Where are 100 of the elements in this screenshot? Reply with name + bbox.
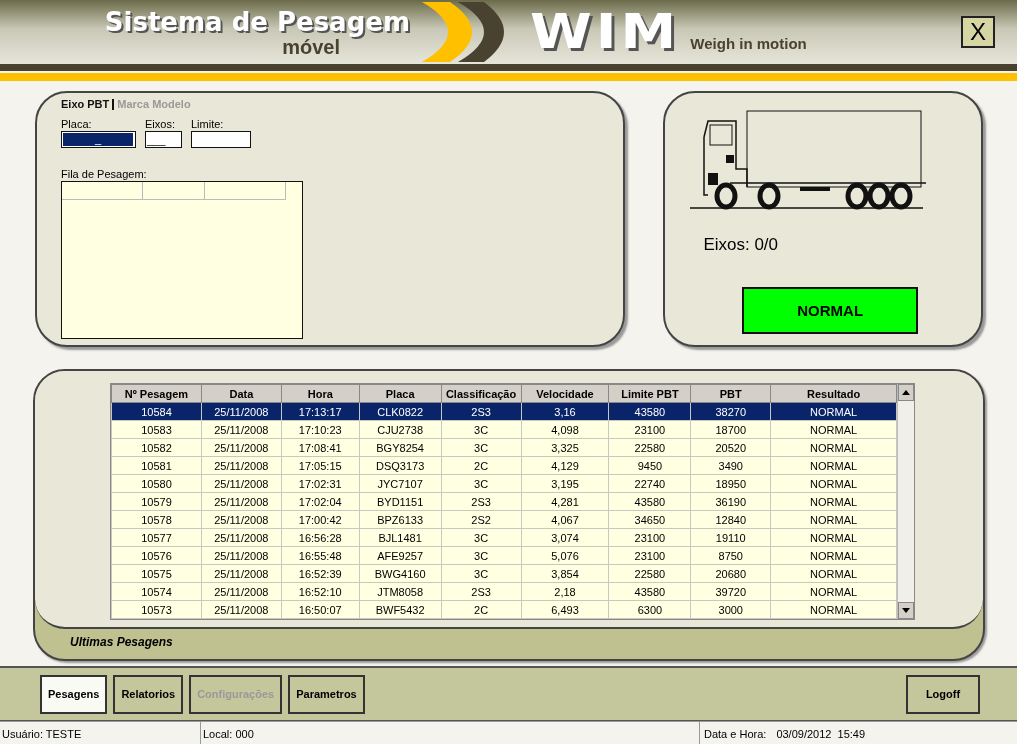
table-row[interactable]: 10584 25/11/2008 17:13:17 CLK0822 2S3 3,16 43580 38270 NORMAL <box>111 402 897 421</box>
table-cell: 3C <box>441 474 522 493</box>
field-label: Placa: <box>61 118 93 131</box>
table-cell: 10575 <box>111 564 202 583</box>
column-header[interactable]: Placa <box>359 384 442 403</box>
tab[interactable]: Eixo PBT <box>61 98 115 110</box>
input-field[interactable] <box>191 131 251 148</box>
table-cell: 2C <box>441 600 522 619</box>
table-cell: JYC7107 <box>359 474 442 493</box>
table-cell: AFE9257 <box>359 546 442 565</box>
table-cell: 10581 <box>111 456 202 475</box>
table-cell: 3C <box>441 420 522 439</box>
logoff-button[interactable]: Logoff <box>906 674 980 714</box>
input-field[interactable]: ___ <box>145 131 182 148</box>
table-cell: 17:08:41 <box>281 438 360 457</box>
table-cell: 43580 <box>608 492 691 511</box>
table-cell: NORMAL <box>770 474 897 493</box>
table-cell: BJL1481 <box>359 528 442 547</box>
column-header[interactable]: Hora <box>281 384 360 403</box>
app-subtitle: móvel <box>282 37 340 57</box>
table-row[interactable]: 10574 25/11/2008 16:52:10 JTM8058 2S3 2,18 43580 39720 NORMAL <box>111 582 897 601</box>
table-cell: NORMAL <box>770 438 897 457</box>
table-cell: 39720 <box>690 582 771 601</box>
table-cell: 10573 <box>111 600 202 619</box>
table-cell: 25/11/2008 <box>201 510 282 529</box>
column-header[interactable]: Resultado <box>770 384 897 403</box>
table-cell: JTM8058 <box>359 582 442 601</box>
table-cell: 25/11/2008 <box>201 474 282 493</box>
table-row[interactable]: 10576 25/11/2008 16:55:48 AFE9257 3C 5,076 23100 8750 NORMAL <box>111 546 897 565</box>
table-cell: 10578 <box>111 510 202 529</box>
user-status: Usuário: TESTE <box>0 722 201 744</box>
nav-button[interactable]: Relatorios <box>113 674 184 714</box>
table-cell: 6300 <box>608 600 691 619</box>
column-header[interactable]: Velocidade <box>521 384 609 403</box>
app-title: Sistema de Pesagem <box>104 7 410 37</box>
table-cell: 5,076 <box>521 546 609 565</box>
table-cell: 2S2 <box>441 510 522 529</box>
table-cell: 3490 <box>690 456 771 475</box>
scrollbar[interactable] <box>897 384 914 619</box>
table-cell: 2C <box>441 456 522 475</box>
table-cell: 16:56:28 <box>281 528 360 547</box>
table-cell: 10577 <box>111 528 202 547</box>
table-cell: 12840 <box>690 510 771 529</box>
table-cell: NORMAL <box>770 546 897 565</box>
table-cell: 4,129 <box>521 456 609 475</box>
table-cell: NORMAL <box>770 582 897 601</box>
column-header[interactable]: Data <box>201 384 282 403</box>
table-cell: BGY8254 <box>359 438 442 457</box>
table-cell: 8750 <box>690 546 771 565</box>
table-cell: BYD1151 <box>359 492 442 511</box>
table-cell: 17:05:15 <box>281 456 360 475</box>
table-cell: NORMAL <box>770 492 897 511</box>
table-row[interactable]: 10583 25/11/2008 17:10:23 CJU2738 3C 4,098 23100 18700 NORMAL <box>111 420 897 439</box>
column-header[interactable]: Classificação <box>441 384 522 403</box>
datetime-label: Data e Hora: <box>703 727 768 742</box>
table-row[interactable]: 10581 25/11/2008 17:05:15 DSQ3173 2C 4,129 9450 3490 NORMAL <box>111 456 897 475</box>
table-cell: 22580 <box>608 564 691 583</box>
table-row[interactable]: 10573 25/11/2008 16:50:07 BWF5432 2C 6,493 6300 3000 NORMAL <box>111 600 897 619</box>
table-cell: 25/11/2008 <box>201 492 282 511</box>
column-header[interactable]: Limite PBT <box>608 384 691 403</box>
nav-button[interactable]: Pesagens <box>40 674 108 714</box>
table-row[interactable]: 10577 25/11/2008 16:56:28 BJL1481 3C 3,074 23100 19110 NORMAL <box>111 528 897 547</box>
table-cell: 10574 <box>111 582 202 601</box>
nav-button[interactable]: Parametros <box>288 674 365 714</box>
panel-caption: Ultimas Pesagens <box>70 635 174 649</box>
table-cell: 25/11/2008 <box>201 438 282 457</box>
queue-list[interactable] <box>61 181 303 339</box>
table-row[interactable]: 10580 25/11/2008 17:02:31 JYC7107 3C 3,195 22740 18950 NORMAL <box>111 474 897 493</box>
table-cell: 3,325 <box>521 438 609 457</box>
table-cell: 43580 <box>608 582 691 601</box>
location-status: Local: 000 <box>201 722 700 744</box>
scroll-up-icon[interactable] <box>902 390 910 395</box>
table-cell: 3C <box>441 546 522 565</box>
column-header[interactable]: PBT <box>690 384 771 403</box>
table-cell: NORMAL <box>770 510 897 529</box>
table-row[interactable]: 10578 25/11/2008 17:00:42 BPZ6133 2S2 4,067 34650 12840 NORMAL <box>111 510 897 529</box>
table-cell: 9450 <box>608 456 691 475</box>
table-cell: 10579 <box>111 492 202 511</box>
table-cell: 25/11/2008 <box>201 546 282 565</box>
table-cell: 20680 <box>690 564 771 583</box>
close-button[interactable]: X <box>961 16 995 48</box>
field-label: Eixos: <box>145 118 176 131</box>
table-cell: NORMAL <box>770 564 897 583</box>
table-cell: 22740 <box>608 474 691 493</box>
table-row[interactable]: 10582 25/11/2008 17:08:41 BGY8254 3C 3,325 22580 20520 NORMAL <box>111 438 897 457</box>
table-cell: 25/11/2008 <box>201 582 282 601</box>
table-cell: 2S3 <box>441 492 522 511</box>
input-field[interactable]: _ <box>61 131 136 148</box>
table-row[interactable]: 10579 25/11/2008 17:02:04 BYD1151 2S3 4,281 43580 36190 NORMAL <box>111 492 897 511</box>
scroll-down-icon[interactable] <box>902 608 910 613</box>
table-cell: 3,854 <box>521 564 609 583</box>
table-cell: 17:10:23 <box>281 420 360 439</box>
field-label: Limite: <box>191 118 225 131</box>
table-cell: 3,195 <box>521 474 609 493</box>
table-cell: BWF5432 <box>359 600 442 619</box>
table-cell: 18950 <box>690 474 771 493</box>
column-header[interactable]: Nº Pesagem <box>111 384 202 403</box>
table-cell: 4,281 <box>521 492 609 511</box>
table-row[interactable]: 10575 25/11/2008 16:52:39 BWG4160 3C 3,854 22580 20680 NORMAL <box>111 564 897 583</box>
table-cell: 16:52:39 <box>281 564 360 583</box>
